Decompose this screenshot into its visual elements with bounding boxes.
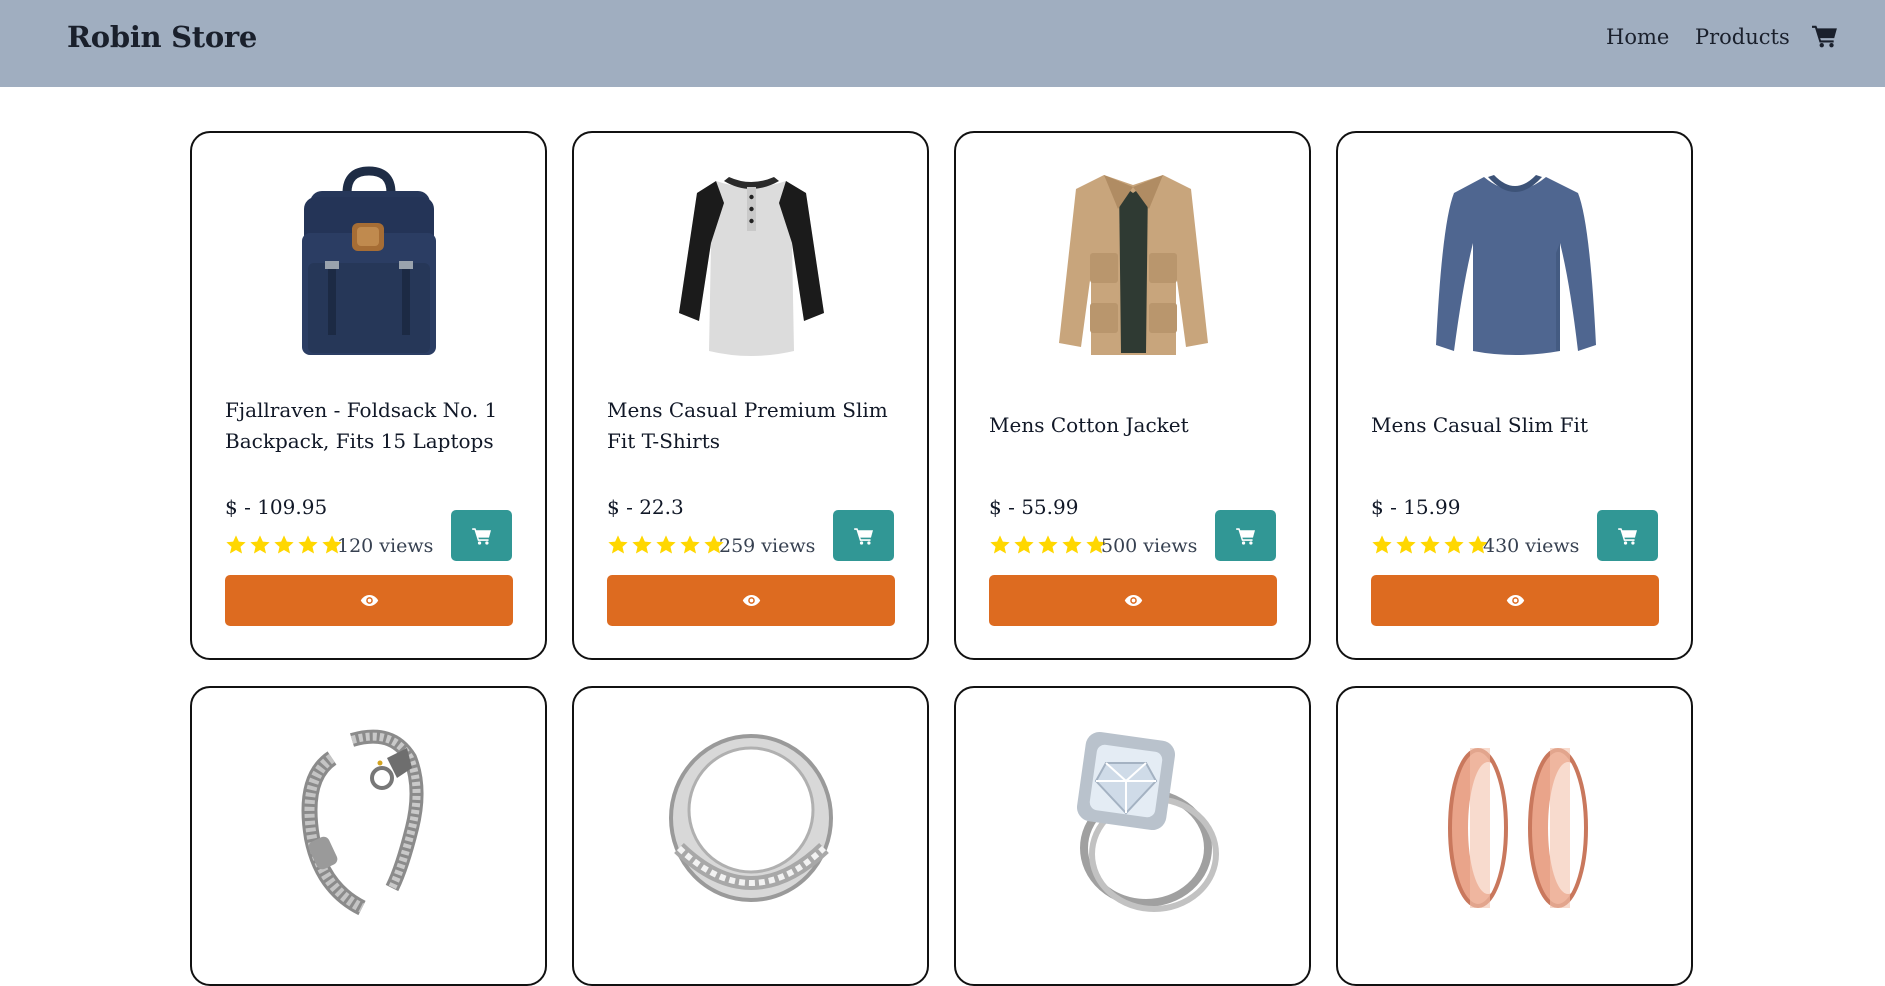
product-price: $ - 109.95	[225, 495, 328, 519]
view-count: 259 views	[719, 535, 816, 557]
view-product-button[interactable]	[225, 575, 513, 626]
product-card[interactable]: Fjallraven - Foldsack No. 1 Backpack, Fi…	[190, 131, 547, 660]
eye-icon	[360, 594, 379, 607]
product-card[interactable]: Mens Cotton Jacket $ - 55.99 500 views	[954, 131, 1311, 660]
star-icon	[1061, 534, 1083, 556]
eye-icon	[1124, 594, 1143, 607]
eye-icon	[742, 594, 761, 607]
product-card[interactable]	[190, 686, 547, 986]
star-icon	[607, 534, 629, 556]
rating-stars	[607, 534, 725, 556]
add-to-cart-button[interactable]	[451, 510, 512, 561]
product-title[interactable]: Mens Casual Slim Fit	[1371, 410, 1671, 441]
rating-stars	[989, 534, 1107, 556]
product-price: $ - 15.99	[1371, 495, 1461, 519]
view-product-button[interactable]	[607, 575, 895, 626]
product-card[interactable]: Mens Casual Premium Slim Fit T-Shirts $ …	[572, 131, 929, 660]
product-price: $ - 22.3	[607, 495, 684, 519]
star-icon	[1419, 534, 1441, 556]
product-title[interactable]: Mens Casual Premium Slim Fit T-Shirts	[607, 395, 907, 457]
cart-icon	[854, 527, 874, 545]
backpack-image	[302, 166, 436, 355]
view-product-button[interactable]	[989, 575, 1277, 626]
product-card[interactable]	[1336, 686, 1693, 986]
product-card[interactable]	[572, 686, 929, 986]
star-icon	[1371, 534, 1393, 556]
star-icon	[1037, 534, 1059, 556]
eye-icon	[1506, 594, 1525, 607]
cart-icon	[472, 527, 492, 545]
star-icon	[1395, 534, 1417, 556]
rating-stars	[225, 534, 343, 556]
star-icon	[989, 534, 1011, 556]
silver-ring-image	[669, 734, 833, 902]
rating-stars	[1371, 534, 1489, 556]
product-title[interactable]: Fjallraven - Foldsack No. 1 Backpack, Fi…	[225, 395, 525, 457]
star-icon	[679, 534, 701, 556]
add-to-cart-button[interactable]	[1597, 510, 1658, 561]
cart-icon	[1618, 527, 1638, 545]
star-icon	[1443, 534, 1465, 556]
rose-gold-plugs-image	[1448, 748, 1588, 908]
view-count: 500 views	[1101, 535, 1198, 557]
star-icon	[631, 534, 653, 556]
product-card[interactable]	[954, 686, 1311, 986]
cart-icon	[1236, 527, 1256, 545]
product-title[interactable]: Mens Cotton Jacket	[989, 410, 1289, 441]
star-icon	[297, 534, 319, 556]
view-product-button[interactable]	[1371, 575, 1659, 626]
add-to-cart-button[interactable]	[833, 510, 894, 561]
product-price: $ - 55.99	[989, 495, 1079, 519]
cotton-jacket-image	[1059, 175, 1208, 355]
star-icon	[225, 534, 247, 556]
product-grid: Fjallraven - Foldsack No. 1 Backpack, Fi…	[0, 0, 1885, 986]
add-to-cart-button[interactable]	[1215, 510, 1276, 561]
diamond-ring-set-image	[1076, 731, 1219, 912]
dragon-bracelet-image	[301, 729, 424, 916]
view-count: 120 views	[337, 535, 434, 557]
view-count: 430 views	[1483, 535, 1580, 557]
star-icon	[1013, 534, 1035, 556]
star-icon	[655, 534, 677, 556]
star-icon	[273, 534, 295, 556]
raglan-tshirt-image	[679, 177, 824, 356]
long-sleeve-shirt-image	[1436, 175, 1596, 355]
star-icon	[249, 534, 271, 556]
product-card[interactable]: Mens Casual Slim Fit $ - 15.99 430 views	[1336, 131, 1693, 660]
